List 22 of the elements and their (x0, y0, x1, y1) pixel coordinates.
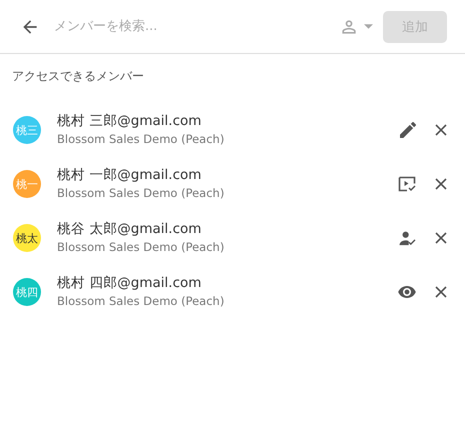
close-icon[interactable] (435, 124, 447, 136)
avatar: 桃三 (13, 116, 41, 144)
member-organization: Blossom Sales Demo (Peach) (57, 239, 226, 256)
avatar: 桃四 (13, 278, 41, 306)
close-icon[interactable] (435, 232, 447, 244)
eye-icon[interactable] (398, 286, 416, 298)
member-organization: Blossom Sales Demo (Peach) (57, 293, 226, 310)
member-email: 桃村 一郎@gmail.com (57, 166, 202, 185)
person-check-icon[interactable] (399, 230, 416, 246)
section-title: アクセスできるメンバー (11, 68, 145, 85)
close-icon[interactable] (435, 178, 447, 190)
close-icon[interactable] (435, 286, 447, 298)
member-email: 桃谷 太郎@gmail.com (57, 220, 202, 239)
avatar: 桃太 (13, 224, 41, 252)
screen-check-icon[interactable] (398, 176, 416, 192)
member-email: 桃村 三郎@gmail.com (57, 112, 202, 131)
avatar: 桃一 (13, 170, 41, 198)
member-email: 桃村 四郎@gmail.com (57, 274, 202, 293)
member-organization: Blossom Sales Demo (Peach) (57, 185, 226, 202)
caret-icon (364, 24, 373, 29)
member-organization: Blossom Sales Demo (Peach) (57, 131, 226, 148)
pencil-icon[interactable] (400, 122, 416, 138)
